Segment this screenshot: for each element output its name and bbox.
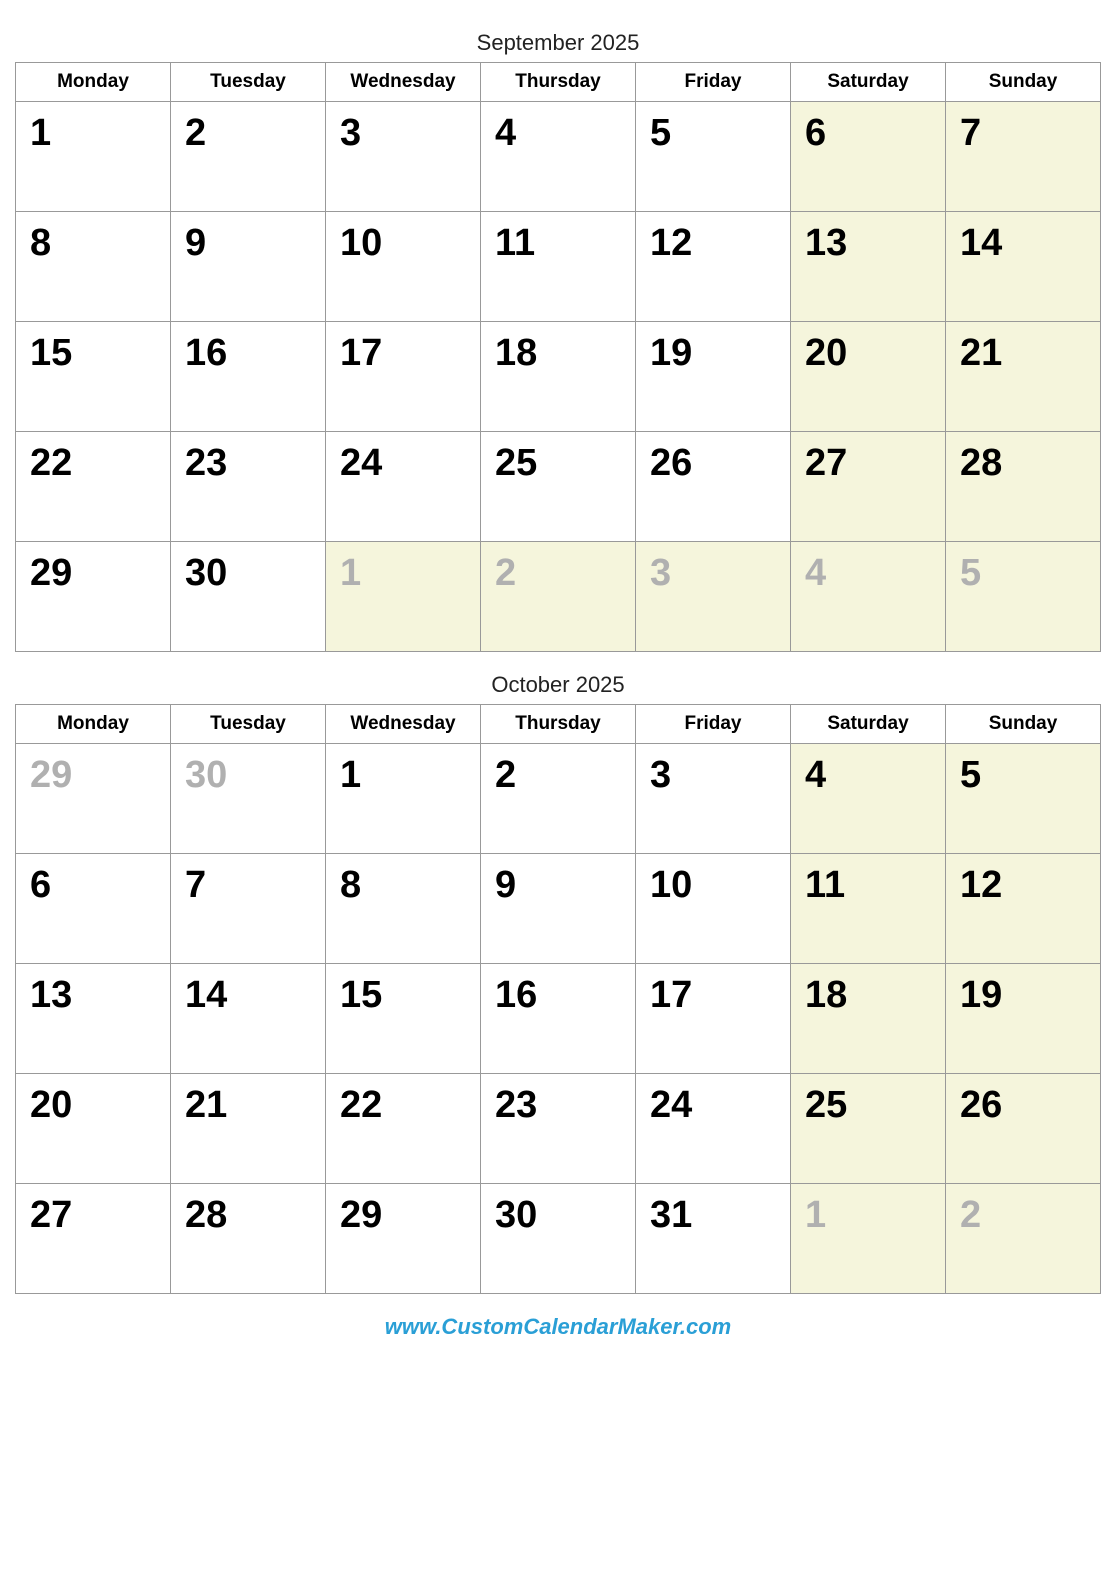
calendar-day-cell[interactable]: 26 xyxy=(636,432,791,542)
calendar-day-cell[interactable]: 10 xyxy=(326,212,481,322)
calendar-table-0: MondayTuesdayWednesdayThursdayFridaySatu… xyxy=(15,62,1101,652)
calendar-day-cell[interactable]: 24 xyxy=(636,1074,791,1184)
calendar-day-cell[interactable]: 9 xyxy=(481,854,636,964)
header-saturday: Saturday xyxy=(791,63,946,102)
calendar-day-cell[interactable]: 28 xyxy=(946,432,1101,542)
header-wednesday: Wednesday xyxy=(326,705,481,744)
calendar-day-cell[interactable]: 3 xyxy=(636,542,791,652)
calendar-day-cell[interactable]: 13 xyxy=(16,964,171,1074)
calendar-day-cell[interactable]: 29 xyxy=(16,744,171,854)
calendar-day-cell[interactable]: 19 xyxy=(636,322,791,432)
calendar-day-cell[interactable]: 2 xyxy=(481,542,636,652)
calendar-day-cell[interactable]: 7 xyxy=(171,854,326,964)
header-thursday: Thursday xyxy=(481,705,636,744)
header-wednesday: Wednesday xyxy=(326,63,481,102)
calendar-day-cell[interactable]: 18 xyxy=(481,322,636,432)
calendar-day-cell[interactable]: 25 xyxy=(791,1074,946,1184)
calendar-day-cell[interactable]: 12 xyxy=(946,854,1101,964)
calendar-day-cell[interactable]: 20 xyxy=(16,1074,171,1184)
calendar-day-cell[interactable]: 3 xyxy=(636,744,791,854)
header-tuesday: Tuesday xyxy=(171,63,326,102)
calendar-day-cell[interactable]: 23 xyxy=(481,1074,636,1184)
calendar-day-cell[interactable]: 26 xyxy=(946,1074,1101,1184)
month-title-0: September 2025 xyxy=(15,30,1101,56)
header-sunday: Sunday xyxy=(946,63,1101,102)
header-thursday: Thursday xyxy=(481,63,636,102)
calendar-day-cell[interactable]: 4 xyxy=(791,744,946,854)
calendar-day-cell[interactable]: 6 xyxy=(16,854,171,964)
calendar-day-cell[interactable]: 10 xyxy=(636,854,791,964)
calendar-day-cell[interactable]: 29 xyxy=(326,1184,481,1294)
calendar-day-cell[interactable]: 1 xyxy=(326,542,481,652)
calendar-day-cell[interactable]: 23 xyxy=(171,432,326,542)
calendar-day-cell[interactable]: 15 xyxy=(326,964,481,1074)
header-friday: Friday xyxy=(636,705,791,744)
calendar-day-cell[interactable]: 14 xyxy=(171,964,326,1074)
calendar-day-cell[interactable]: 27 xyxy=(791,432,946,542)
calendar-day-cell[interactable]: 1 xyxy=(326,744,481,854)
calendar-day-cell[interactable]: 3 xyxy=(326,102,481,212)
calendar-day-cell[interactable]: 12 xyxy=(636,212,791,322)
calendar-day-cell[interactable]: 15 xyxy=(16,322,171,432)
calendar-day-cell[interactable]: 1 xyxy=(16,102,171,212)
calendar-day-cell[interactable]: 2 xyxy=(481,744,636,854)
calendar-day-cell[interactable]: 17 xyxy=(636,964,791,1074)
header-monday: Monday xyxy=(16,63,171,102)
calendar-day-cell[interactable]: 2 xyxy=(171,102,326,212)
calendar-day-cell[interactable]: 20 xyxy=(791,322,946,432)
calendar-day-cell[interactable]: 29 xyxy=(16,542,171,652)
header-friday: Friday xyxy=(636,63,791,102)
header-saturday: Saturday xyxy=(791,705,946,744)
calendar-day-cell[interactable]: 8 xyxy=(16,212,171,322)
calendar-day-cell[interactable]: 5 xyxy=(946,542,1101,652)
footer-link[interactable]: www.CustomCalendarMaker.com xyxy=(15,1314,1101,1340)
calendar-day-cell[interactable]: 9 xyxy=(171,212,326,322)
calendar-table-1: MondayTuesdayWednesdayThursdayFridaySatu… xyxy=(15,704,1101,1294)
calendar-day-cell[interactable]: 28 xyxy=(171,1184,326,1294)
calendar-day-cell[interactable]: 21 xyxy=(171,1074,326,1184)
calendar-day-cell[interactable]: 11 xyxy=(481,212,636,322)
calendar-day-cell[interactable]: 21 xyxy=(946,322,1101,432)
calendar-day-cell[interactable]: 16 xyxy=(481,964,636,1074)
calendar-day-cell[interactable]: 22 xyxy=(326,1074,481,1184)
calendar-day-cell[interactable]: 2 xyxy=(946,1184,1101,1294)
calendar-day-cell[interactable]: 30 xyxy=(481,1184,636,1294)
calendar-day-cell[interactable]: 25 xyxy=(481,432,636,542)
calendar-day-cell[interactable]: 13 xyxy=(791,212,946,322)
header-sunday: Sunday xyxy=(946,705,1101,744)
calendar-day-cell[interactable]: 14 xyxy=(946,212,1101,322)
calendar-day-cell[interactable]: 8 xyxy=(326,854,481,964)
calendar-day-cell[interactable]: 17 xyxy=(326,322,481,432)
header-monday: Monday xyxy=(16,705,171,744)
calendar-day-cell[interactable]: 30 xyxy=(171,744,326,854)
calendar-day-cell[interactable]: 6 xyxy=(791,102,946,212)
calendar-day-cell[interactable]: 11 xyxy=(791,854,946,964)
calendar-day-cell[interactable]: 19 xyxy=(946,964,1101,1074)
calendar-day-cell[interactable]: 4 xyxy=(481,102,636,212)
calendar-container: September 2025MondayTuesdayWednesdayThur… xyxy=(15,30,1101,1294)
calendar-day-cell[interactable]: 5 xyxy=(946,744,1101,854)
calendar-day-cell[interactable]: 4 xyxy=(791,542,946,652)
header-tuesday: Tuesday xyxy=(171,705,326,744)
calendar-day-cell[interactable]: 16 xyxy=(171,322,326,432)
calendar-day-cell[interactable]: 5 xyxy=(636,102,791,212)
calendar-day-cell[interactable]: 1 xyxy=(791,1184,946,1294)
calendar-day-cell[interactable]: 24 xyxy=(326,432,481,542)
month-title-1: October 2025 xyxy=(15,672,1101,698)
calendar-day-cell[interactable]: 31 xyxy=(636,1184,791,1294)
calendar-day-cell[interactable]: 18 xyxy=(791,964,946,1074)
calendar-day-cell[interactable]: 7 xyxy=(946,102,1101,212)
calendar-day-cell[interactable]: 30 xyxy=(171,542,326,652)
calendar-day-cell[interactable]: 22 xyxy=(16,432,171,542)
calendar-day-cell[interactable]: 27 xyxy=(16,1184,171,1294)
